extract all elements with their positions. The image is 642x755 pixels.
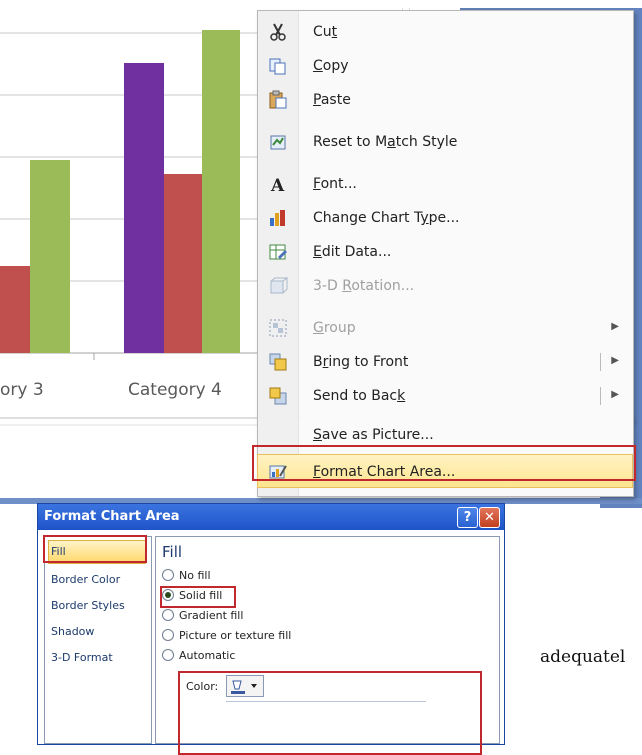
edit-data-icon xyxy=(269,244,287,260)
radio-label: Gradient fill xyxy=(179,609,244,622)
dialog-title: Format Chart Area xyxy=(44,509,180,524)
menu-item-label: Cut xyxy=(313,24,338,40)
mnemonic-letter: a xyxy=(387,134,396,150)
menu-item-label: Paste xyxy=(313,92,351,108)
radio-label: No fill xyxy=(179,569,211,582)
mnemonic-letter: C xyxy=(313,58,323,74)
menu-item-label: Save as Picture... xyxy=(313,427,434,443)
menu-item-label: Send to Back xyxy=(313,388,406,404)
radio-picture-texture-fill[interactable]: Picture or texture fill xyxy=(162,629,291,647)
bar-category4-series3 xyxy=(202,30,240,353)
color-picker-button[interactable] xyxy=(226,675,264,697)
reset-style-icon xyxy=(270,135,286,150)
menu-item-copy[interactable]: Copy xyxy=(258,49,633,83)
mnemonic-letter: G xyxy=(313,320,324,336)
radio-gradient-fill[interactable]: Gradient fill xyxy=(162,609,243,627)
section-title: Fill xyxy=(162,543,183,561)
menu-item-3d-rotation: 3-D Rotation... xyxy=(258,269,633,303)
radio-automatic[interactable]: Automatic xyxy=(162,649,235,667)
nav-item-shadow[interactable]: Shadow xyxy=(51,625,94,638)
menu-item-label: Group xyxy=(313,320,356,336)
bar-category4-series1 xyxy=(124,63,164,353)
paste-icon xyxy=(269,90,287,109)
menu-item-bring-to-front[interactable]: Bring to Front ▶ xyxy=(258,345,633,379)
copy-icon xyxy=(269,58,286,75)
mnemonic-letter: k xyxy=(397,388,406,404)
radio-button[interactable] xyxy=(162,569,174,581)
nav-item-border-color[interactable]: Border Color xyxy=(51,573,120,586)
paint-bucket-icon xyxy=(231,680,257,694)
highlight-box-solid-fill xyxy=(160,586,236,608)
bar-category3-series2 xyxy=(0,266,30,353)
color-label: Color: xyxy=(186,680,219,693)
submenu-arrow-icon: ▶ xyxy=(611,321,619,332)
mnemonic-letter: F xyxy=(313,176,321,192)
submenu-arrow-icon[interactable]: ▶ xyxy=(611,389,619,400)
mnemonic-letter: R xyxy=(342,278,352,294)
chart-type-icon xyxy=(270,210,285,226)
radio-button[interactable] xyxy=(162,649,174,661)
bar-category4-series2 xyxy=(164,174,202,353)
menu-item-paste[interactable]: Paste xyxy=(258,83,633,117)
menu-item-font[interactable]: A Font... xyxy=(258,167,633,201)
highlight-box-format-chart-area xyxy=(252,445,636,481)
scissors-icon xyxy=(270,23,286,41)
nav-item-border-styles[interactable]: Border Styles xyxy=(51,599,125,612)
dialog-nav-list: Fill Border Color Border Styles Shadow 3… xyxy=(44,536,152,744)
menu-item-cut[interactable]: Cut xyxy=(258,15,633,49)
send-back-icon xyxy=(269,387,287,405)
mnemonic-letter: r xyxy=(322,354,329,370)
highlight-box-color xyxy=(178,671,482,755)
color-dropdown-edge xyxy=(226,701,426,702)
document-text: adequatel xyxy=(540,647,626,667)
category-label: Category 4 xyxy=(128,380,222,400)
split-separator xyxy=(600,387,601,405)
mnemonic-letter: y xyxy=(420,210,429,226)
menu-item-reset-to-match-style[interactable]: Reset to Match Style xyxy=(258,125,633,159)
radio-no-fill[interactable]: No fill xyxy=(162,569,211,587)
radio-label: Automatic xyxy=(179,649,236,662)
mnemonic-letter: P xyxy=(313,92,321,108)
svg-text:A: A xyxy=(270,176,285,194)
format-chart-area-dialog: Format Chart Area ? ✕ Fill Border Color … xyxy=(37,503,505,755)
menu-item-group: Group ▶ xyxy=(258,311,633,345)
group-icon xyxy=(269,319,287,337)
split-separator xyxy=(600,353,601,371)
bring-front-icon xyxy=(269,353,287,371)
mnemonic-letter: S xyxy=(313,427,322,443)
radio-label: Picture or texture fill xyxy=(179,629,292,642)
menu-item-send-to-back[interactable]: Send to Back ▶ xyxy=(258,379,633,413)
mnemonic-letter: E xyxy=(313,244,322,260)
menu-item-label: Change Chart Type... xyxy=(313,210,460,226)
mnemonic-letter: t xyxy=(331,24,338,40)
nav-item-3d-format[interactable]: 3-D Format xyxy=(51,651,113,664)
radio-button[interactable] xyxy=(162,609,174,621)
menu-item-label: 3-D Rotation... xyxy=(313,278,415,294)
rotation-icon xyxy=(270,277,288,294)
menu-item-label: Copy xyxy=(313,58,349,74)
dialog-title-bar: Format Chart Area ? ✕ xyxy=(38,504,504,530)
radio-button[interactable] xyxy=(162,629,174,641)
menu-item-label: Edit Data... xyxy=(313,244,392,260)
menu-item-edit-data[interactable]: Edit Data... xyxy=(258,235,633,269)
menu-item-label: Bring to Front xyxy=(313,354,409,370)
fill-options-panel: Fill No fill Solid fill Gradient fill Pi… xyxy=(155,536,500,755)
category-label: ory 3 xyxy=(0,380,44,400)
bar-category3-series3 xyxy=(30,160,70,353)
context-menu: Cut Copy Paste Reset to Match Style A Fo… xyxy=(257,10,634,420)
menu-item-label: Reset to Match Style xyxy=(313,134,458,150)
menu-item-label: Font... xyxy=(313,176,357,192)
font-icon: A xyxy=(270,176,285,194)
highlight-box-fill-nav xyxy=(43,535,147,563)
help-button[interactable]: ? xyxy=(457,507,478,528)
submenu-arrow-icon[interactable]: ▶ xyxy=(611,355,619,366)
menu-item-change-chart-type[interactable]: Change Chart Type... xyxy=(258,201,633,235)
close-button[interactable]: ✕ xyxy=(479,507,500,528)
